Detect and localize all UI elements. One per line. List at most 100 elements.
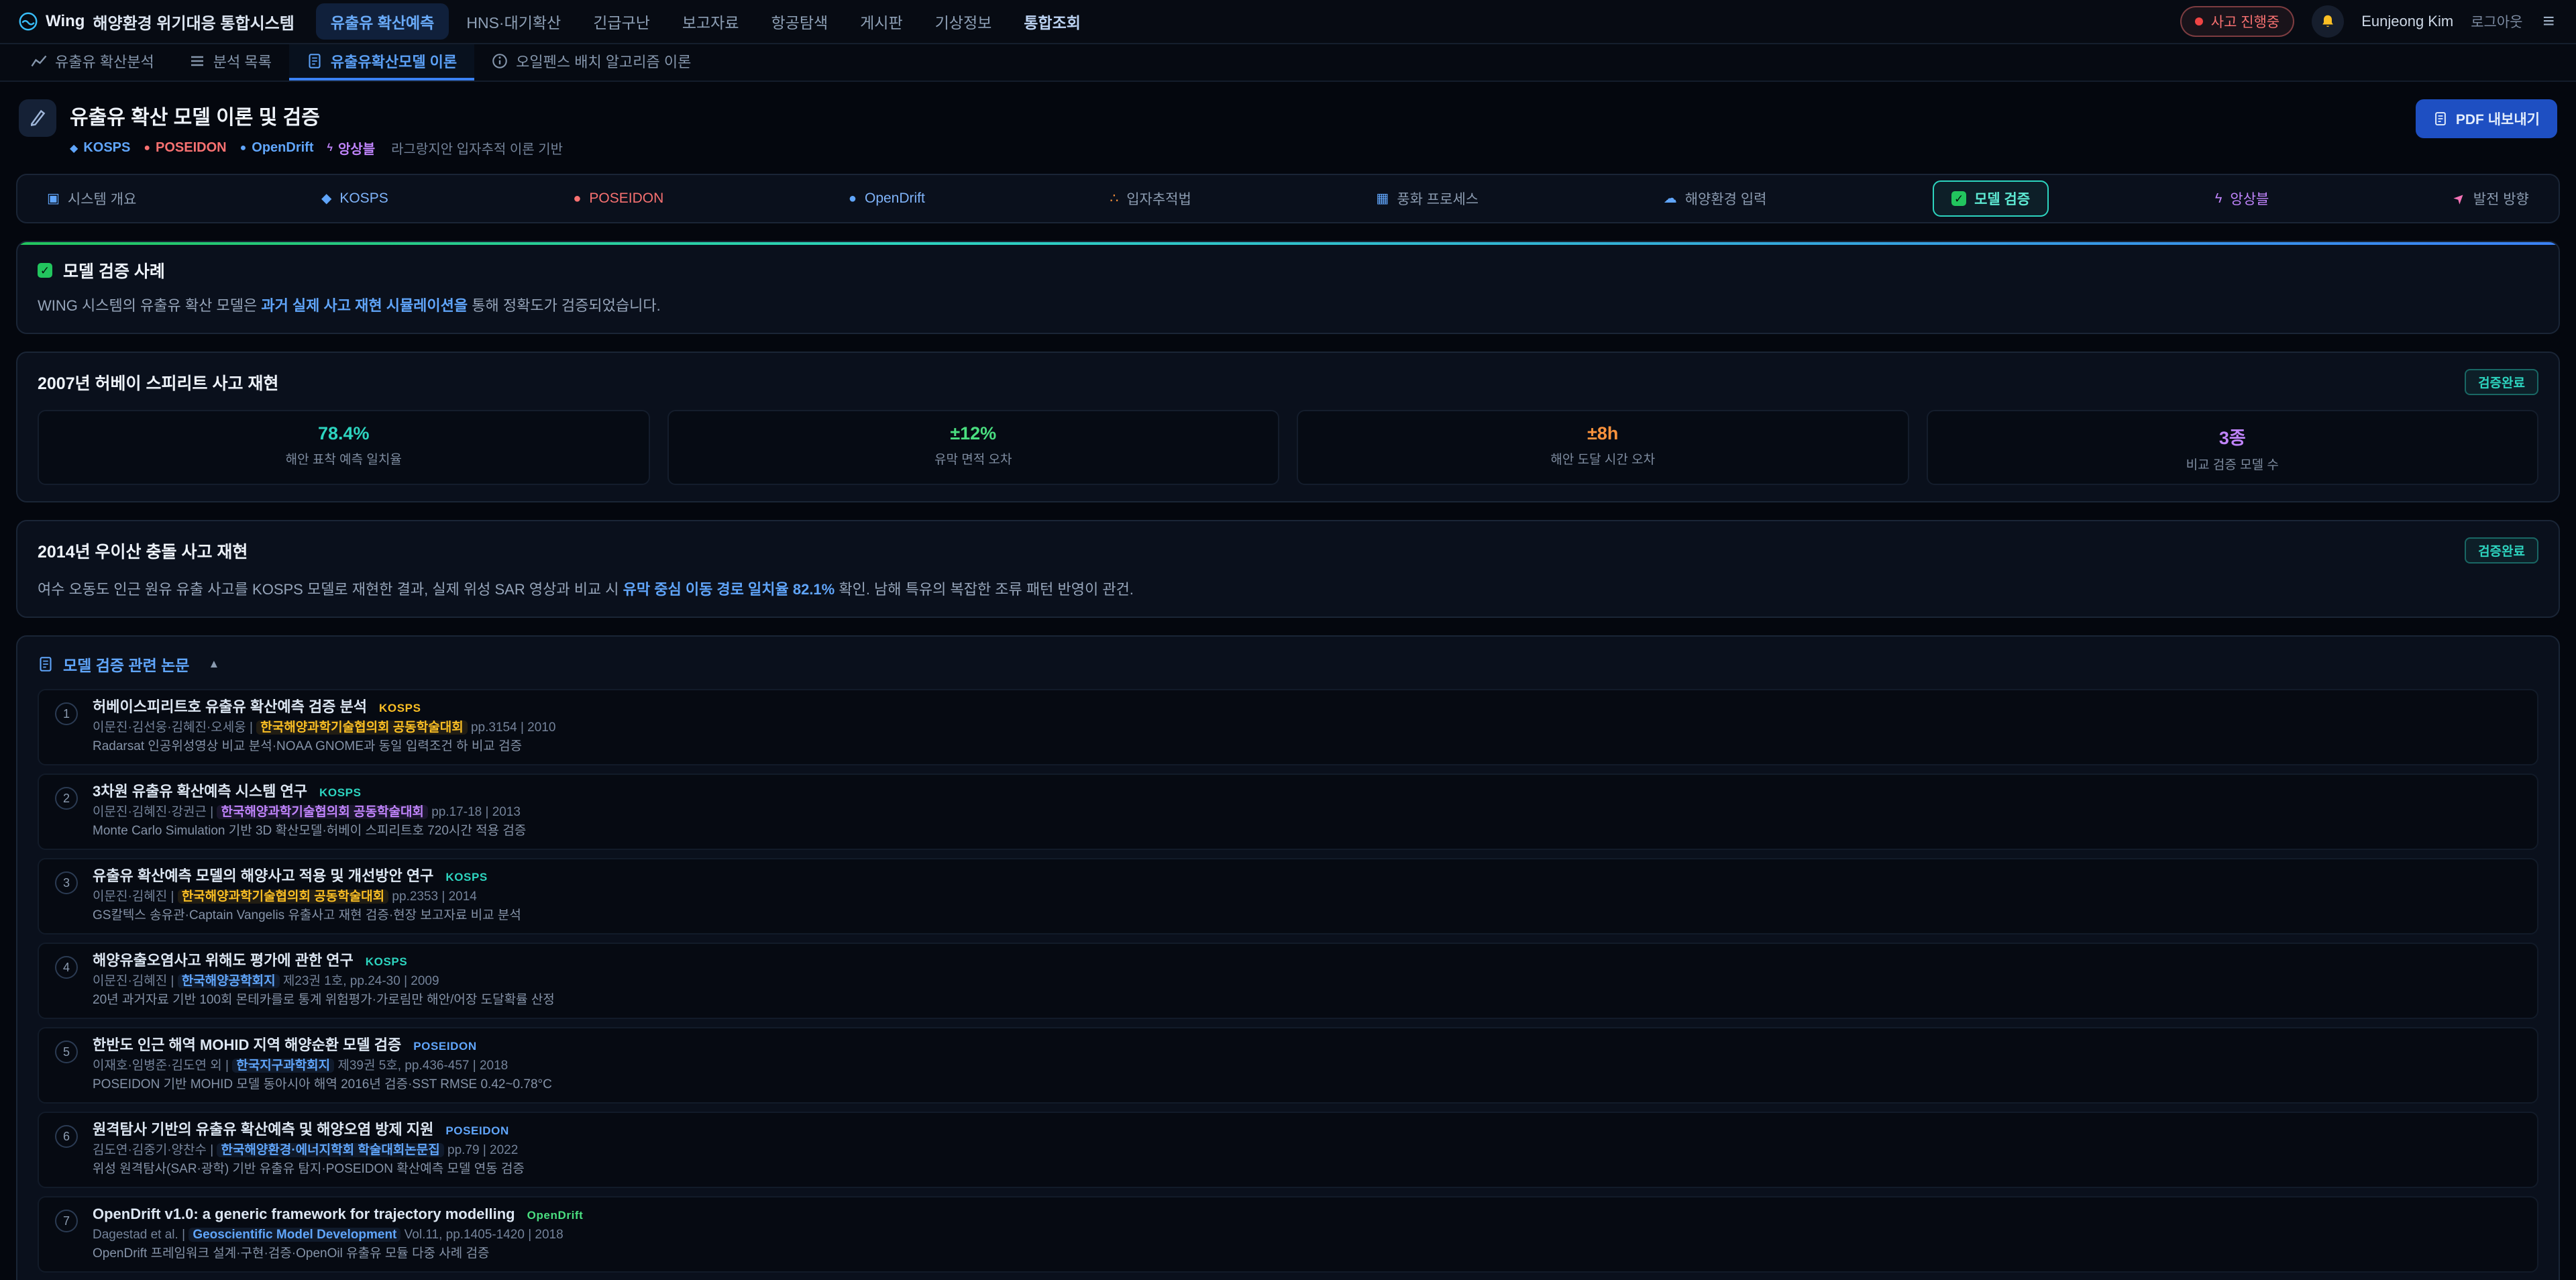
paper-body: OpenDrift v1.0: a generic framework for … xyxy=(93,1206,583,1262)
nav-item[interactable]: 유출유 확산예측 xyxy=(316,3,449,40)
paper-row[interactable]: 5한반도 인근 해역 MOHID 지역 해양순환 모델 검증POSEIDON이재… xyxy=(38,1027,2538,1104)
verification-text: WING 시스템의 유출유 확산 모델은 xyxy=(38,297,261,314)
check-icon: ✓ xyxy=(38,263,52,278)
notification-bell-icon[interactable] xyxy=(2312,5,2344,38)
stat-label: 해안 도달 시간 오차 xyxy=(1309,449,1897,468)
paper-list: 1허베이스피리트호 유출유 확산예측 검증 분석KOSPS이문진·김선웅·김혜진… xyxy=(38,689,2538,1280)
section-tab[interactable]: ∴입자추적법 xyxy=(1091,180,1210,217)
paper-number: 1 xyxy=(55,702,78,725)
tabbar: 유출유 확산분석분석 목록유출유확산모델 이론오일펜스 배치 알고리즘 이론 xyxy=(0,44,2576,82)
section-tab-label: 풍화 프로세스 xyxy=(1397,189,1479,209)
collapse-icon[interactable]: ▲ xyxy=(208,657,219,671)
tab[interactable]: 유출유 확산분석 xyxy=(13,44,172,81)
model-chip[interactable]: ●POSEIDON xyxy=(144,138,226,158)
paper-row[interactable]: 4해양유출오염사고 위해도 평가에 관한 연구KOSPS이문진·김혜진 | 한국… xyxy=(38,943,2538,1019)
nav-item[interactable]: 항공탐색 xyxy=(757,3,843,40)
paper-venue[interactable]: 한국지구과학회지 xyxy=(232,1059,334,1073)
nav-item[interactable]: 기상정보 xyxy=(920,3,1007,40)
section-tab-label: 입자추적법 xyxy=(1126,189,1191,209)
paper-row[interactable]: 7OpenDrift v1.0: a generic framework for… xyxy=(38,1196,2538,1273)
section-tab[interactable]: ◆KOSPS xyxy=(303,182,407,215)
verification-intro-card: ✓ 모델 검증 사례 WING 시스템의 유출유 확산 모델은 과거 실제 사고… xyxy=(16,241,2560,334)
model-chip[interactable]: ◆KOSPS xyxy=(70,138,130,158)
stat-label: 유막 면적 오차 xyxy=(680,449,1268,468)
case-text: 여수 오동도 인근 원유 유출 사고를 KOSPS 모델로 재현한 결과, 실제… xyxy=(38,581,623,598)
section-tab-label: 앙상블 xyxy=(2230,189,2269,209)
paper-venue[interactable]: 한국해양공학회지 xyxy=(178,974,280,988)
paper-body: 해양유출오염사고 위해도 평가에 관한 연구KOSPS이문진·김혜진 | 한국해… xyxy=(93,952,555,1008)
paper-venue[interactable]: 한국해양과학기술협의회 공동학술대회 xyxy=(178,890,388,904)
verification-highlight: 과거 실제 사고 재현 시뮬레이션을 xyxy=(261,297,468,314)
info-icon xyxy=(492,53,508,69)
section-tab[interactable]: ●OpenDrift xyxy=(830,182,944,215)
section-tab[interactable]: ●POSEIDON xyxy=(554,182,682,215)
nav-item[interactable]: HNS·대기확산 xyxy=(451,3,576,40)
stat-value: ±8h xyxy=(1309,423,1897,444)
bolt-icon: ϟ xyxy=(2215,192,2222,205)
case-wuyishan-card: 2014년 우이산 충돌 사고 재현 검증완료 여수 오동도 인근 원유 유출 … xyxy=(16,520,2560,618)
paper-model-badge: KOSPS xyxy=(366,953,408,971)
paper-pages-year: pp.3154 | 2010 xyxy=(468,721,556,735)
paper-venue[interactable]: 한국해양환경·에너지학회 학술대회논문집 xyxy=(217,1143,443,1157)
section-tab[interactable]: ☁해양환경 입력 xyxy=(1645,180,1786,217)
pdf-export-button[interactable]: PDF 내보내기 xyxy=(2416,99,2557,138)
paper-row[interactable]: 6원격탐사 기반의 유출유 확산예측 및 해양오염 방제 지원POSEIDON김… xyxy=(38,1112,2538,1188)
section-tab[interactable]: ✓모델 검증 xyxy=(1933,180,2049,217)
pdf-icon xyxy=(2433,111,2448,126)
paper-row[interactable]: 1허베이스피리트호 유출유 확산예측 검증 분석KOSPS이문진·김선웅·김혜진… xyxy=(38,689,2538,765)
incident-status-label: 사고 진행중 xyxy=(2211,11,2279,32)
model-theory-icon xyxy=(19,99,56,137)
paper-venue[interactable]: 한국해양과학기술협의회 공동학술대회 xyxy=(217,805,427,819)
logout-button[interactable]: 로그아웃 xyxy=(2471,11,2522,32)
document-icon xyxy=(38,656,54,672)
paper-model-badge: POSEIDON xyxy=(413,1038,477,1055)
circle-icon: ● xyxy=(240,142,247,154)
page-header: 유출유 확산 모델 이론 및 검증 ◆KOSPS●POSEIDON●OpenDr… xyxy=(19,99,2557,158)
menu-icon[interactable]: ≡ xyxy=(2540,10,2557,33)
user-name: Eunjeong Kim xyxy=(2361,13,2453,30)
nav-item[interactable]: 보고자료 xyxy=(667,3,754,40)
nav-item[interactable]: 통합조회 xyxy=(1009,3,1095,40)
cloud-icon: ☁ xyxy=(1664,192,1677,205)
list-icon xyxy=(189,53,205,69)
app-logo[interactable]: Wing 해양환경 위기대응 통합시스템 xyxy=(19,10,294,34)
nav-item[interactable]: 긴급구난 xyxy=(578,3,665,40)
tab[interactable]: 유출유확산모델 이론 xyxy=(289,44,474,81)
bolt-icon: ϟ xyxy=(327,142,332,154)
paper-row[interactable]: 23차원 유출유 확산예측 시스템 연구KOSPS이문진·김혜진·강권근 | 한… xyxy=(38,774,2538,850)
model-chip[interactable]: ϟ앙상블 xyxy=(327,138,375,158)
stat-box: 78.4%해안 표착 예측 일치율 xyxy=(38,410,650,485)
grid-icon: ▦ xyxy=(1376,192,1389,205)
stat-value: ±12% xyxy=(680,423,1268,444)
tab[interactable]: 오일펜스 배치 알고리즘 이론 xyxy=(474,44,708,81)
paper-title-row: 유출유 확산예측 모델의 해양사고 적용 및 개선방안 연구KOSPS xyxy=(93,867,521,886)
paper-meta: Dagestad et al. | Geoscientific Model De… xyxy=(93,1227,583,1243)
papers-card: 모델 검증 관련 논문 ▲ 1허베이스피리트호 유출유 확산예측 검증 분석KO… xyxy=(16,635,2560,1280)
paper-title-row: 원격탐사 기반의 유출유 확산예측 및 해양오염 방제 지원POSEIDON xyxy=(93,1121,525,1140)
paper-pages-year: 제23권 1호, pp.24-30 | 2009 xyxy=(280,974,439,988)
paper-description: GS칼텍스 송유관·Captain Vangelis 유출사고 재현 검증·현장… xyxy=(93,908,521,924)
main-content: 유출유 확산 모델 이론 및 검증 ◆KOSPS●POSEIDON●OpenDr… xyxy=(0,82,2576,1280)
paper-title: OpenDrift v1.0: a generic framework for … xyxy=(93,1206,515,1223)
wave-logo-icon xyxy=(19,12,38,31)
paper-title-row: 3차원 유출유 확산예측 시스템 연구KOSPS xyxy=(93,783,526,802)
paper-venue[interactable]: 한국해양과학기술협의회 공동학술대회 xyxy=(256,721,467,735)
paper-number: 2 xyxy=(55,787,78,810)
tab[interactable]: 분석 목록 xyxy=(172,44,289,81)
papers-header[interactable]: 모델 검증 관련 논문 ▲ xyxy=(38,653,2538,676)
nav-item[interactable]: 게시판 xyxy=(845,3,917,40)
paper-authors: 김도연·김중기·양찬수 | xyxy=(93,1143,217,1157)
section-tab-label: 발전 방향 xyxy=(2473,189,2529,209)
paper-venue[interactable]: Geoscientific Model Development xyxy=(189,1228,400,1242)
model-chip[interactable]: ●OpenDrift xyxy=(240,138,314,158)
paper-body: 유출유 확산예측 모델의 해양사고 적용 및 개선방안 연구KOSPS이문진·김… xyxy=(93,867,521,924)
section-tab[interactable]: ▦ 풍화 프로세스 xyxy=(1357,180,1497,217)
paper-row[interactable]: 3유출유 확산예측 모델의 해양사고 적용 및 개선방안 연구KOSPS이문진·… xyxy=(38,858,2538,935)
section-tab[interactable]: ϟ 앙상블 xyxy=(2196,180,2288,217)
system-title: 해양환경 위기대응 통합시스템 xyxy=(93,10,294,34)
incident-status-badge[interactable]: 사고 진행중 xyxy=(2180,6,2294,37)
section-tab[interactable]: ➤발전 방향 xyxy=(2435,180,2548,217)
paper-description: Radarsat 인공위성영상 비교 분석·NOAA GNOME과 동일 입력조… xyxy=(93,739,555,755)
navbar-right: 사고 진행중 Eunjeong Kim 로그아웃 ≡ xyxy=(2180,5,2557,38)
section-tab[interactable]: ▣시스템 개요 xyxy=(28,180,155,217)
